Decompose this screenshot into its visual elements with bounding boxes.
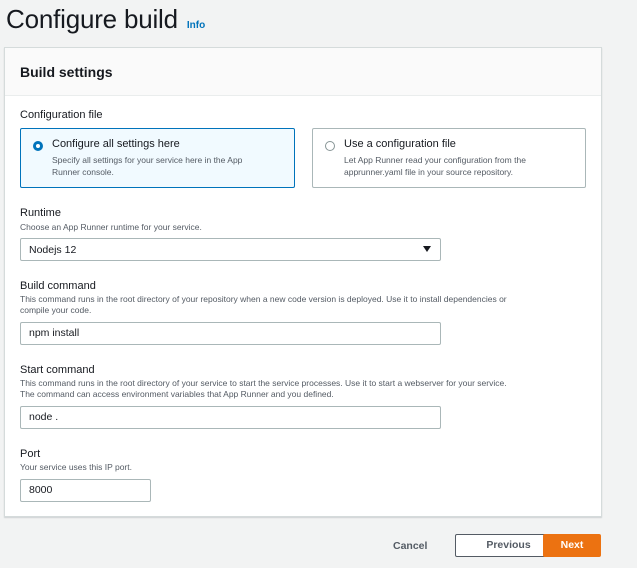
page-title: Configure build xyxy=(6,4,178,34)
start-command-description-line1: This command runs in the root directory … xyxy=(20,378,507,388)
build-settings-header: Build settings xyxy=(5,48,601,96)
build-settings-panel: Build settings Configuration file Config… xyxy=(4,47,602,517)
build-command-description-line2: compile your code. xyxy=(20,305,92,315)
cancel-button[interactable]: Cancel xyxy=(393,540,427,552)
configure-all-settings-description-line1: Specify all settings for your service he… xyxy=(52,155,243,165)
port-label: Port xyxy=(20,448,41,460)
port-input[interactable]: 8000 xyxy=(20,479,151,502)
start-command-label: Start command xyxy=(20,364,95,376)
configure-all-settings-description-line2: Runner console. xyxy=(52,167,114,177)
port-description: Your service uses this IP port. xyxy=(20,462,132,472)
start-command-input[interactable]: node . xyxy=(20,406,441,429)
use-configuration-file-radio[interactable] xyxy=(325,141,335,151)
runtime-select-value: Nodejs 12 xyxy=(29,244,77,256)
caret-down-icon xyxy=(423,246,431,252)
configure-all-settings-radio[interactable] xyxy=(33,141,43,151)
build-settings-title: Build settings xyxy=(20,63,113,80)
build-command-label: Build command xyxy=(20,280,96,292)
runtime-select[interactable]: Nodejs 12 xyxy=(20,238,441,261)
use-configuration-file-description: Let App Runner read your configuration f… xyxy=(344,154,526,178)
runtime-description: Choose an App Runner runtime for your se… xyxy=(20,222,202,232)
info-link[interactable]: Info xyxy=(187,20,205,31)
runtime-label: Runtime xyxy=(20,207,61,219)
build-command-input[interactable]: npm install xyxy=(20,322,441,345)
page-header: Configure build Info xyxy=(6,4,205,35)
build-command-description-line1: This command runs in the root directory … xyxy=(20,294,507,304)
configuration-file-label: Configuration file xyxy=(20,109,103,121)
use-configuration-file-description-line2: apprunner.yaml file in your source repos… xyxy=(344,167,513,177)
wizard-footer: Cancel Previous Next xyxy=(0,534,637,558)
configure-all-settings-description: Specify all settings for your service he… xyxy=(52,154,242,178)
use-configuration-file-description-line1: Let App Runner read your configuration f… xyxy=(344,155,526,165)
start-command-description-line2: The command can access environment varia… xyxy=(20,389,334,399)
start-command-description: This command runs in the root directory … xyxy=(20,378,600,400)
use-configuration-file-title: Use a configuration file xyxy=(344,138,456,150)
build-command-description: This command runs in the root directory … xyxy=(20,294,600,316)
configure-all-settings-option[interactable]: Configure all settings here Specify all … xyxy=(20,128,295,188)
use-configuration-file-option[interactable]: Use a configuration file Let App Runner … xyxy=(312,128,586,188)
next-button[interactable]: Next xyxy=(543,534,601,557)
configure-all-settings-title: Configure all settings here xyxy=(52,138,180,150)
